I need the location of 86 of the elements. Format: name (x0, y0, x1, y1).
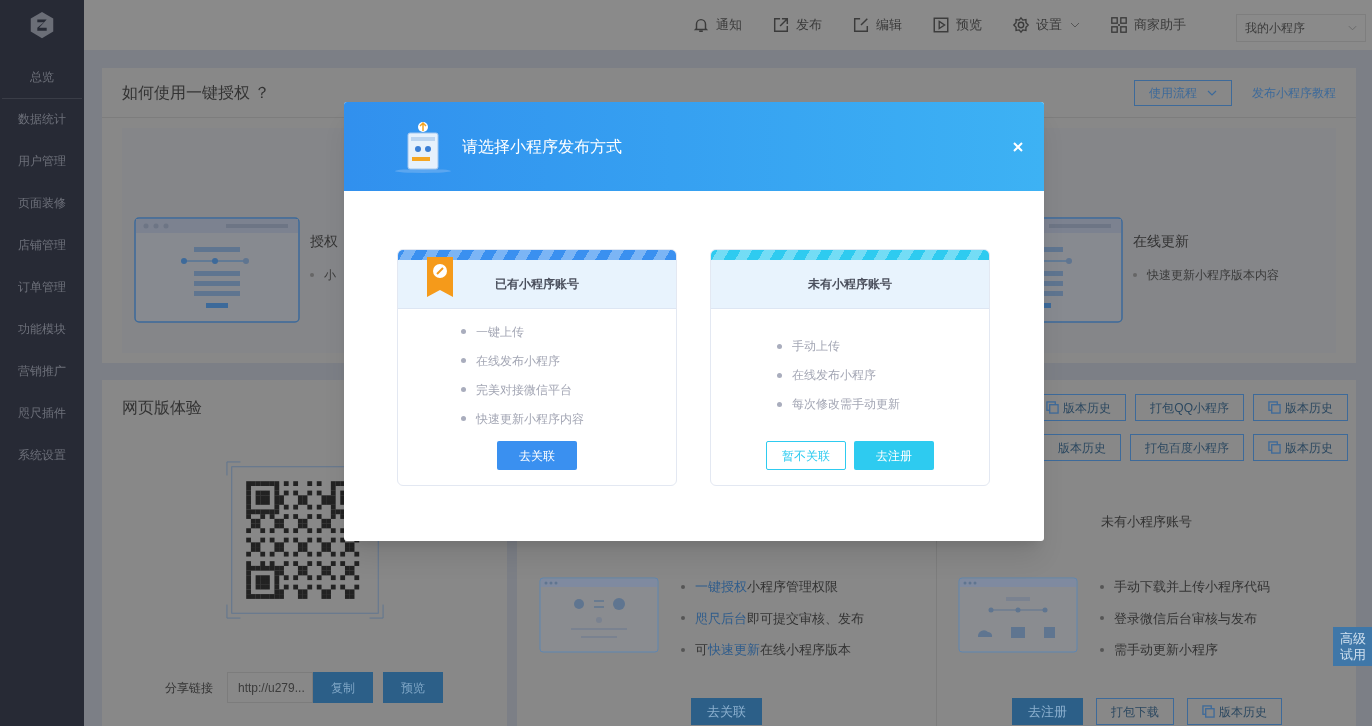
option-feature: 手动上传 (792, 338, 840, 355)
sidebar-item[interactable]: 订单管理 (0, 266, 84, 308)
topbar-menu-item[interactable]: 编辑 (852, 15, 902, 35)
option-feature: 完美对接微信平台 (476, 381, 572, 399)
copy-icon (1268, 441, 1281, 454)
bullet-icon (777, 372, 782, 378)
sidebar-item[interactable]: 功能模块 (0, 308, 84, 350)
step-title: 授权 (310, 231, 338, 251)
bullet-icon (681, 647, 685, 652)
copy-button[interactable]: 复制 (313, 672, 373, 703)
bullet-icon (1100, 584, 1104, 589)
feature-link[interactable]: 快速更新 (708, 642, 760, 657)
section-title: 网页版体验 (122, 398, 202, 418)
bullet-icon (681, 584, 685, 589)
feature-text: 需手动更新小程序 (1114, 641, 1218, 659)
sidebar-item[interactable]: 用户管理 (0, 140, 84, 182)
bullet-icon (461, 387, 466, 392)
feature-text: 手动下载并上传小程序代码 (1114, 578, 1270, 596)
step-bullet: 小 (324, 266, 336, 284)
caret-icon (1348, 24, 1357, 31)
version-history-button[interactable]: 版本历史 (1253, 394, 1348, 421)
feature-text: 咫尺后台即可提交审核、发布 (695, 609, 864, 628)
preview-button[interactable]: 预览 (383, 672, 443, 703)
feature-link[interactable]: 咫尺后台 (695, 610, 747, 626)
feature-text: 可快速更新在线小程序版本 (695, 641, 851, 659)
flow-button[interactable]: 使用流程 (1134, 79, 1232, 106)
bullet-icon (1100, 616, 1104, 621)
step-bullet: 快速更新小程序版本内容 (1147, 266, 1279, 284)
feature-text: 登录微信后台审核与发布 (1114, 609, 1257, 628)
sidebar-item[interactable]: 营销推广 (0, 350, 84, 392)
topbar-menu-item[interactable]: 通知 (692, 15, 742, 35)
step-title: 在线更新 (1133, 231, 1190, 251)
pack-button[interactable]: 打包下载 (1095, 698, 1174, 725)
bullet-icon (777, 401, 782, 407)
settings-icon (1012, 16, 1030, 34)
trial-tab[interactable]: 高级试用 (1333, 627, 1372, 666)
tutorial-link[interactable]: 发布小程序教程 (1252, 83, 1336, 102)
topbar-menu-item[interactable]: 预览 (932, 15, 982, 35)
qr-icon (1110, 16, 1128, 34)
play-icon (932, 16, 950, 34)
topbar-menu-item[interactable]: 发布 (772, 15, 822, 35)
bullet-icon (461, 358, 466, 363)
topbar-menu-item[interactable]: 设置 (1012, 15, 1080, 35)
edit-icon (852, 16, 870, 34)
bullet-icon (461, 329, 466, 334)
sidebar-item[interactable]: 店铺管理 (0, 224, 84, 266)
sidebar-item[interactable]: 系统设置 (0, 434, 84, 476)
guide-title: 如何使用一键授权 ？ (122, 82, 271, 103)
option-feature: 在线发布小程序 (792, 367, 876, 384)
option-feature: 快速更新小程序内容 (476, 410, 584, 428)
version-history-button[interactable]: 版本历史 (1253, 434, 1348, 461)
bullet-icon (777, 343, 782, 349)
share-icon (772, 16, 790, 34)
action-button[interactable]: 去关联 (497, 441, 577, 470)
sidebar-item[interactable]: 总览 (2, 56, 82, 99)
pack-button[interactable]: 打包QQ小程序 (1135, 394, 1244, 421)
action-button[interactable]: 去注册 (1011, 698, 1083, 725)
option-title: 未有小程序账号 (808, 276, 892, 293)
dialog-title: 请选择小程序发布方式 (462, 136, 622, 157)
app-select[interactable]: 我的小程序 (1236, 13, 1366, 42)
copy-icon (1201, 705, 1215, 718)
bullet-icon (1100, 647, 1104, 652)
sidebar-item[interactable]: 页面装修 (0, 182, 84, 224)
action-button[interactable]: 暂不关联 (766, 441, 846, 470)
option-feature: 每次修改需手动更新 (792, 396, 900, 413)
action-button[interactable]: 去注册 (854, 441, 934, 470)
option-title: 已有小程序账号 (495, 276, 579, 293)
bullet-icon (681, 616, 685, 621)
bell-icon (692, 16, 710, 34)
copy-icon (1268, 401, 1281, 414)
share-url-field[interactable]: http://u279... (227, 672, 313, 703)
action-button[interactable]: 去关联 (691, 698, 762, 725)
copy-icon (1046, 401, 1060, 414)
bullet-icon (461, 416, 466, 421)
caret-icon (1207, 89, 1217, 96)
pack-button[interactable]: 打包百度小程序 (1130, 434, 1244, 461)
close-icon (1012, 140, 1024, 153)
option-feature: 一键上传 (476, 323, 524, 341)
column-heading: 未有小程序账号 (1101, 512, 1192, 531)
share-label: 分享链接 (165, 679, 213, 697)
topbar-menu-item[interactable]: 商家助手 (1110, 15, 1186, 35)
version-history-button[interactable]: 版本历史 (1186, 698, 1282, 725)
sidebar-item[interactable]: 数据统计 (0, 98, 84, 140)
sidebar-item[interactable]: 咫尺插件 (0, 392, 84, 434)
option-feature: 在线发布小程序 (476, 352, 560, 370)
caret-icon (1070, 22, 1080, 28)
